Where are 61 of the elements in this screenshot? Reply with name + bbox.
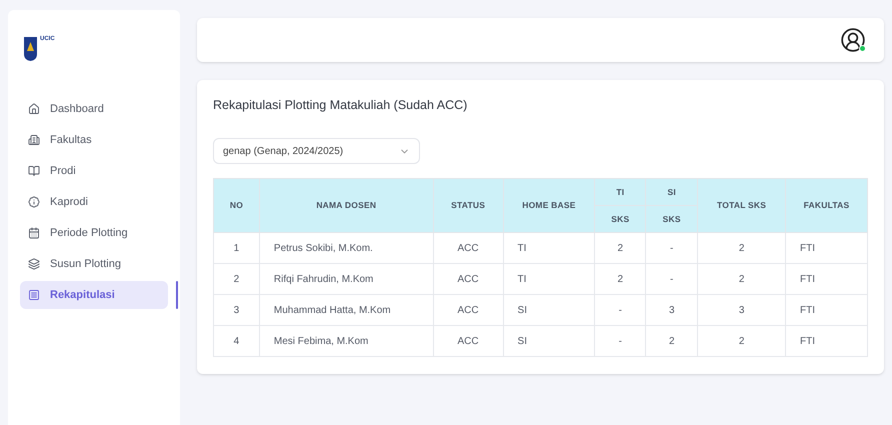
page-title: Rekapitulasi Plotting Matakuliah (Sudah ACC) [213,97,468,114]
table-cell: FTI [786,326,868,356]
sidebar-item[interactable]: Prodi [20,157,168,185]
table-cell: Petrus Sokibi, M.Kom. [259,232,434,264]
table-cell: 4 [214,326,260,356]
column-header: NO [214,178,260,232]
table-cell: Rifqi Fahrudin, M.Kom [259,264,434,294]
table-cell: - [646,232,698,264]
table-cell: 3 [698,294,786,326]
table-cell: 2 [698,326,786,356]
column-header: SKS [646,206,698,232]
calendar-icon [28,227,40,239]
active-indicator [176,281,178,309]
shield-logo-icon [24,37,37,61]
table-cell: 2 [214,264,260,294]
table-cell: ACC [433,232,504,264]
book-icon [28,165,40,177]
home-icon [28,103,40,115]
sidebar-item[interactable]: Kaprodi [20,188,168,216]
table-cell: 2 [646,326,698,356]
table-cell: 3 [214,294,260,326]
column-header: SKS [594,206,646,232]
table-cell: 2 [698,264,786,294]
table-cell: FTI [786,294,868,326]
table-cell: - [594,294,646,326]
table-cell: - [646,264,698,294]
period-select[interactable]: genap (Genap, 2024/2025) [213,138,420,164]
table-cell: ACC [433,326,504,356]
sidebar-item[interactable]: Periode Plotting [20,219,168,247]
table-cell: FTI [786,264,868,294]
table-cell: TI [503,232,595,264]
table-cell: FTI [786,232,868,264]
building-icon [28,134,40,146]
table-cell: Mesi Febima, M.Kom [259,326,434,356]
table-cell: 1 [214,232,260,264]
column-header: SI [646,178,698,206]
table-cell: ACC [433,294,504,326]
sidebar-item[interactable]: Fakultas [20,126,168,154]
list-icon [28,289,40,301]
table-cell: 2 [594,232,646,264]
column-header: HOME BASE [503,178,595,232]
sidebar-item[interactable]: Dashboard [20,95,168,123]
table-cell: - [594,326,646,356]
column-header: NAMA DOSEN [259,178,434,232]
column-header: STATUS [433,178,504,232]
table-cell: 3 [646,294,698,326]
table-cell: TI [503,264,595,294]
table-cell: 2 [698,232,786,264]
column-header: FAKULTAS [786,178,868,232]
table-cell: Muhammad Hatta, M.Kom [259,294,434,326]
badge-icon [28,196,40,208]
table-cell: SI [503,326,595,356]
layers-icon [28,258,40,270]
sidebar-item[interactable]: Susun Plotting [20,250,168,278]
user-avatar-icon[interactable] [840,27,866,53]
table-cell: 2 [594,264,646,294]
sidebar-item[interactable]: Rekapitulasi [20,281,168,309]
column-header: TOTAL SKS [698,178,786,232]
column-header: TI [594,178,646,206]
table-cell: SI [503,294,595,326]
table-cell: ACC [433,264,504,294]
